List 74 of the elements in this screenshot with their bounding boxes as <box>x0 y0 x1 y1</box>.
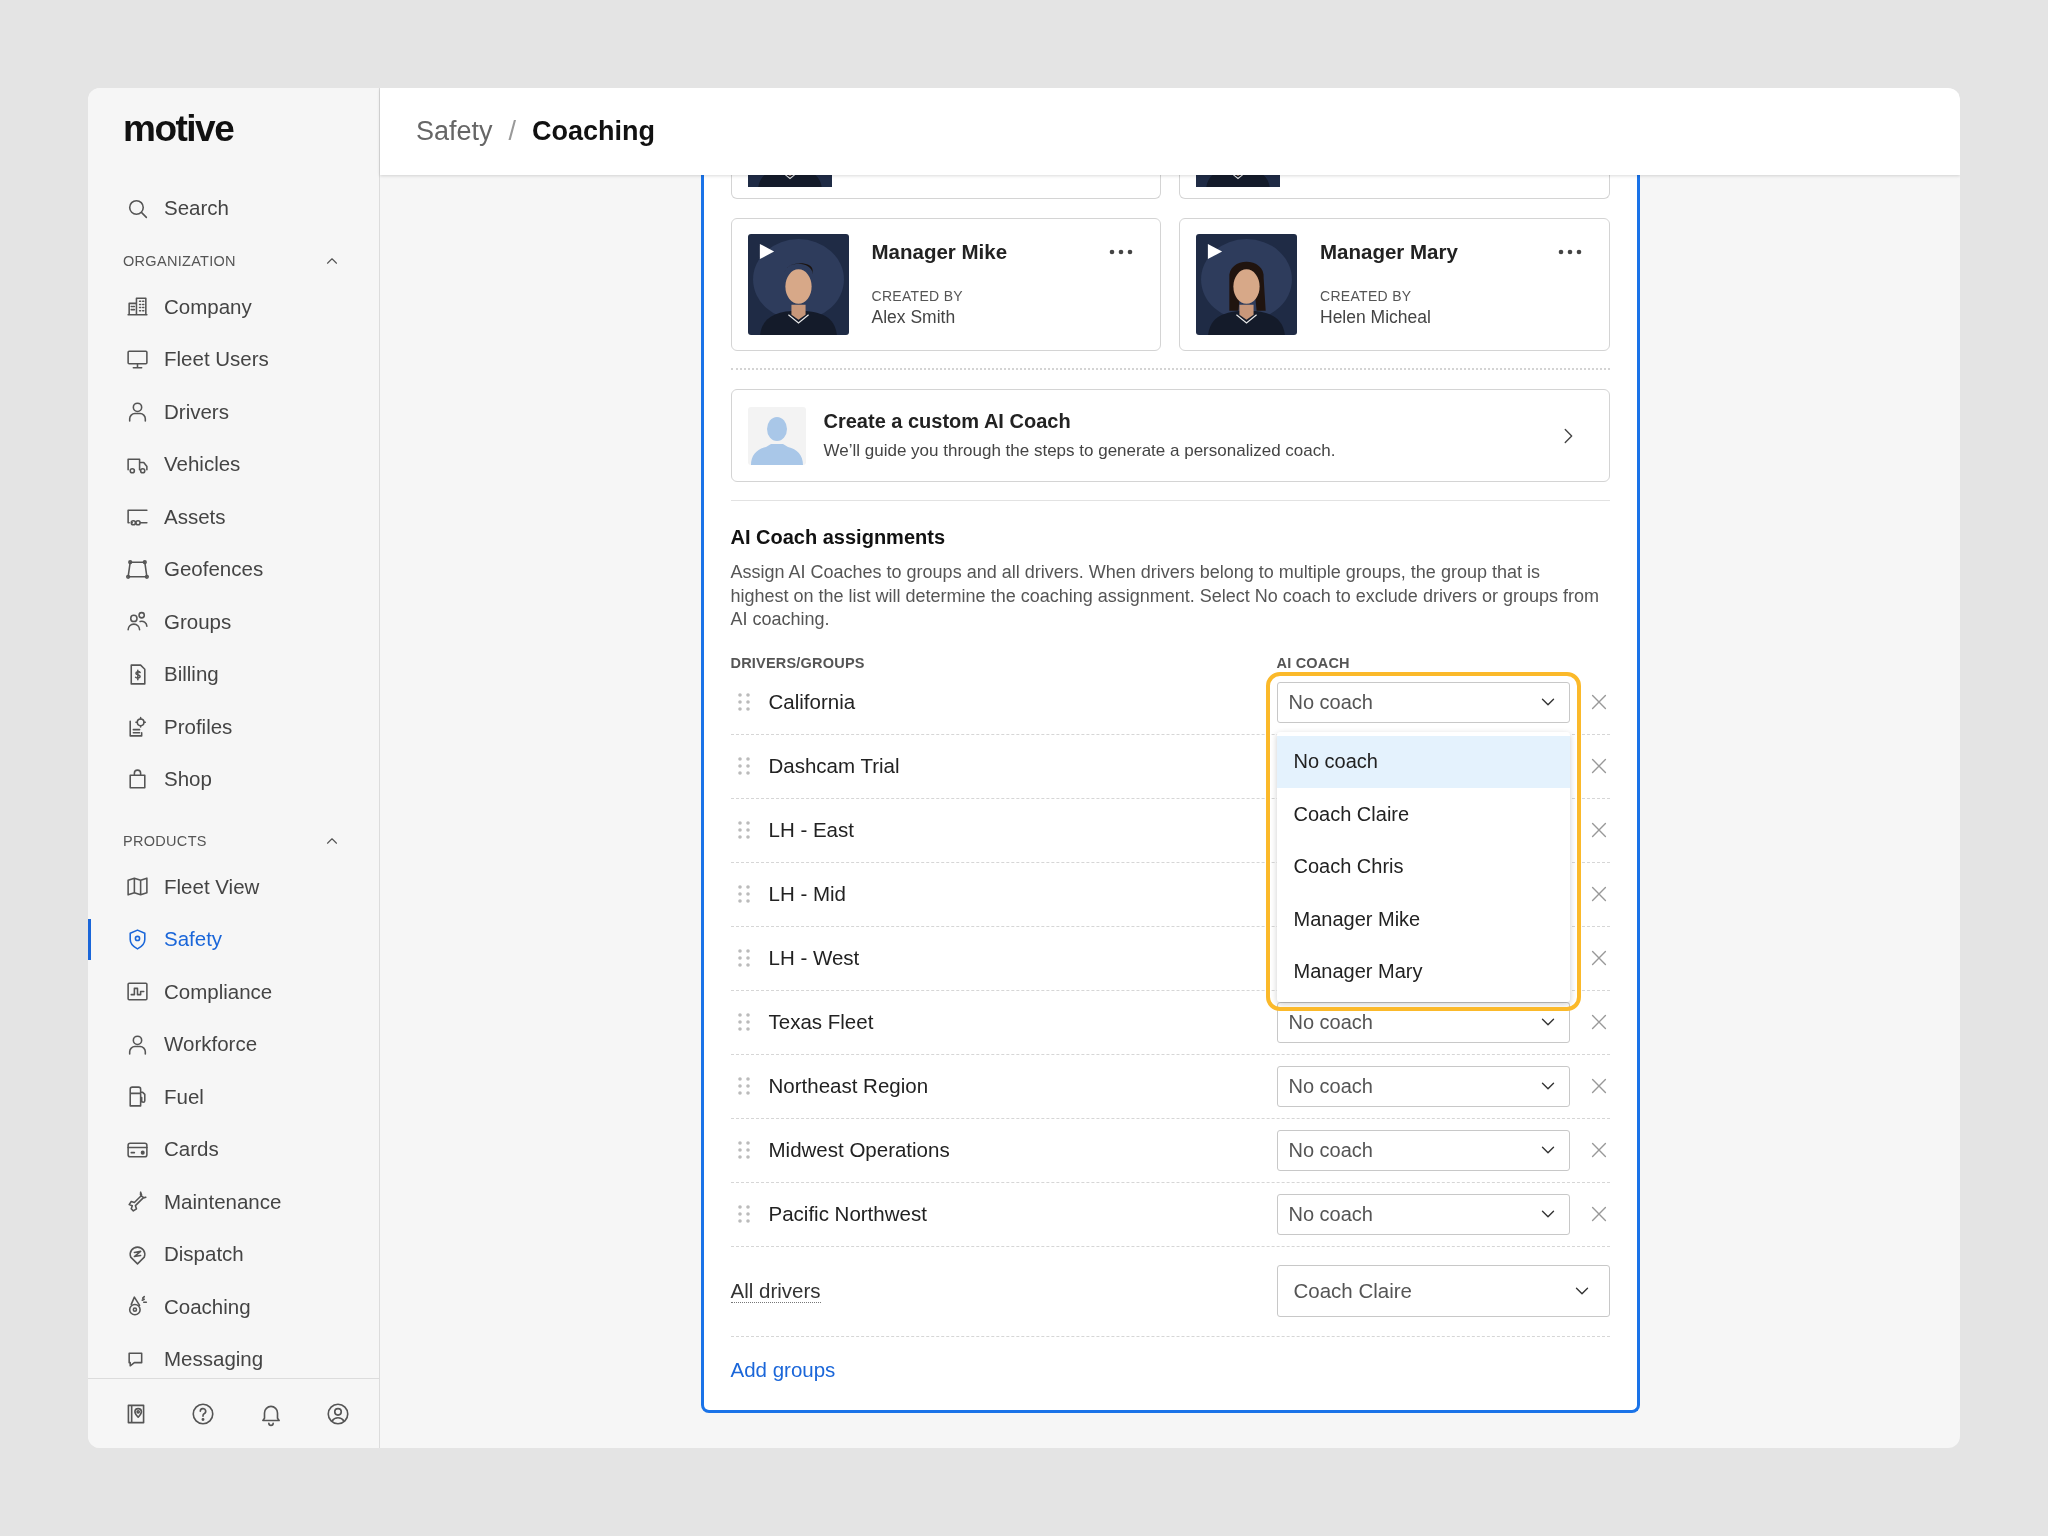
sidebar-item[interactable]: Maintenance <box>88 1175 379 1228</box>
created-by-label: CREATED BY <box>871 288 964 304</box>
sidebar-item[interactable]: Profiles <box>88 700 379 753</box>
group-name: Texas Fleet <box>768 1010 874 1034</box>
drag-handle-icon[interactable] <box>736 1203 751 1225</box>
coach-select[interactable]: No coach <box>1276 681 1570 723</box>
section-description: Assign AI Coaches to groups and all drivers. When drivers belong to multiple groups, the group that is highest on the list will determine the coaching assignment. Select No coach to exclude drivers or groups from AI coaching. <box>730 561 1600 631</box>
person-silhouette-icon <box>747 406 806 465</box>
all-drivers-label: All drivers <box>730 1278 821 1304</box>
user-circle-icon[interactable] <box>325 1400 351 1427</box>
drag-handle-icon[interactable] <box>736 1139 751 1161</box>
coach-select[interactable]: No coach <box>1276 1065 1570 1107</box>
drag-handle-icon[interactable] <box>736 691 751 713</box>
coach-name: Manager Mike <box>871 240 1008 264</box>
created-by-label: CREATED BY <box>1320 288 1413 304</box>
drag-handle-icon[interactable] <box>736 883 751 905</box>
menu-option[interactable]: Manager Mike <box>1276 893 1570 946</box>
coach-select[interactable]: No coach <box>1276 1193 1570 1235</box>
card-subtitle: We’ll guide you through the steps to generate a personalized coach. <box>823 441 1337 461</box>
sidebar-item[interactable]: Coaching <box>88 1280 379 1333</box>
breadcrumb-item: Coaching <box>532 116 656 147</box>
drag-handle-icon[interactable] <box>736 755 751 777</box>
logo: motive <box>123 108 234 150</box>
sidebar-item[interactable]: Geofences <box>88 543 379 596</box>
creator-name: Alex Smith <box>871 307 957 328</box>
breadcrumb-item[interactable]: Safety <box>416 116 493 147</box>
coach-name: Manager Mary <box>1320 240 1458 264</box>
column-header: AI COACH <box>1276 654 1351 671</box>
sidebar-item[interactable]: Safety <box>88 913 379 966</box>
coach-select[interactable]: No coach <box>1276 1129 1570 1171</box>
section-title: AI Coach assignments <box>730 526 946 549</box>
sidebar-item[interactable]: Fuel <box>88 1070 379 1123</box>
card-title: Create a custom AI Coach <box>823 410 1072 433</box>
coach-select[interactable]: Coach Claire <box>1276 1265 1610 1317</box>
search-link[interactable]: Search <box>88 182 379 235</box>
breadcrumb-separator: / <box>508 116 517 147</box>
menu-option[interactable]: Manager Mary <box>1276 945 1570 998</box>
menu-option[interactable]: Coach Claire <box>1276 788 1570 841</box>
sidebar-item[interactable]: Fleet Users <box>88 333 379 386</box>
create-coach-card[interactable]: Create a custom AI Coach We’ll guide you through the steps to generate a personalized coach. <box>730 389 1610 482</box>
group-name: Pacific Northwest <box>768 1202 927 1226</box>
sidebar-item[interactable]: Billing <box>88 648 379 701</box>
add-groups-link[interactable]: Add groups <box>730 1357 836 1382</box>
menu-option[interactable]: No coach <box>1276 735 1570 788</box>
group-name: Dashcam Trial <box>768 754 900 778</box>
play-icon[interactable] <box>1205 242 1224 261</box>
drag-handle-icon[interactable] <box>736 947 751 969</box>
sidebar-item[interactable]: Dispatch <box>88 1228 379 1281</box>
sidebar-item[interactable]: Cards <box>88 1123 379 1176</box>
section-title: PRODUCTS <box>123 832 207 849</box>
sidebar-item[interactable]: Fleet View <box>88 860 379 913</box>
group-name: California <box>768 690 856 714</box>
group-name: LH - Mid <box>768 882 846 906</box>
sidebar-item[interactable]: Shop <box>88 753 379 806</box>
group-name: Midwest Operations <box>768 1138 950 1162</box>
column-header: DRIVERS/GROUPS <box>730 654 866 671</box>
section-title: ORGANIZATION <box>123 252 236 269</box>
creator-name: Helen Micheal <box>1320 307 1432 328</box>
sidebar-item[interactable]: Workforce <box>88 1018 379 1071</box>
sidebar-item[interactable]: Messaging <box>88 1333 379 1378</box>
drag-handle-icon[interactable] <box>736 819 751 841</box>
sidebar-item[interactable]: Compliance <box>88 965 379 1018</box>
drag-handle-icon[interactable] <box>736 1011 751 1033</box>
sidebar-item[interactable]: Drivers <box>88 385 379 438</box>
sidebar-item[interactable]: Assets <box>88 490 379 543</box>
group-name: LH - East <box>768 818 854 842</box>
menu-option[interactable]: Coach Chris <box>1276 840 1570 893</box>
sidebar-item[interactable]: Company <box>88 280 379 333</box>
group-name: LH - West <box>768 946 860 970</box>
sidebar-item[interactable]: Vehicles <box>88 438 379 491</box>
sidebar-item[interactable]: Groups <box>88 595 379 648</box>
wrench-icon <box>125 1189 150 1215</box>
group-name: Northeast Region <box>768 1074 929 1098</box>
drag-handle-icon[interactable] <box>736 1075 751 1097</box>
